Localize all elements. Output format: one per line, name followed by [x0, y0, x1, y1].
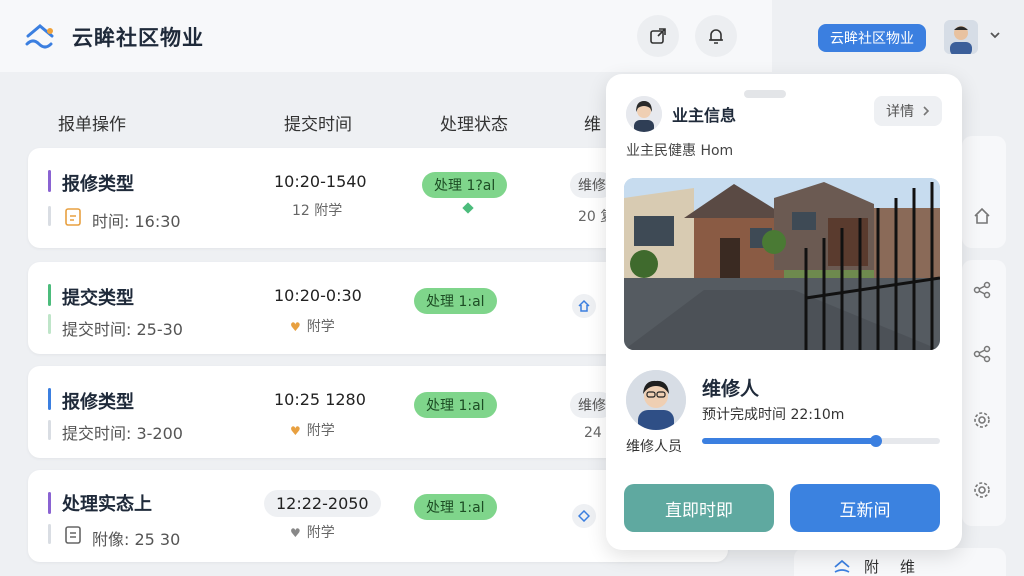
technician-avatar [626, 370, 686, 430]
home-icon[interactable] [572, 294, 596, 318]
col-header-extra: 维 [584, 115, 601, 135]
row-sub-bar [48, 524, 51, 544]
row-time-secondary: ♥ 附学 [290, 525, 335, 541]
owner-info-popup: 业主信息 详情 业主民健惠 Hom 维修人 预计完成时间 22:10m 维修人员… [606, 74, 962, 550]
row-title: 报修类型 [62, 392, 134, 413]
popup-subtitle: 业主民健惠 Hom [626, 143, 734, 159]
document-icon [65, 526, 81, 544]
row-time-secondary: ♥ 附学 [290, 319, 335, 335]
row-sub-bar [48, 206, 51, 226]
progress-knob[interactable] [869, 435, 882, 447]
drag-handle[interactable] [744, 90, 786, 98]
row-time-secondary: 12 附学 [292, 203, 343, 219]
progress-fill [702, 438, 876, 444]
export-button[interactable] [637, 15, 679, 57]
row-accent-bar [48, 388, 51, 410]
col-header-status: 处理状态 [440, 115, 508, 135]
bottom-nav-label[interactable]: 维 [900, 556, 915, 576]
row-sub-bar [48, 314, 51, 334]
row-accent-bar [48, 170, 51, 192]
owner-avatar [626, 96, 662, 132]
home-icon[interactable] [972, 206, 992, 226]
notification-button[interactable] [695, 15, 737, 57]
community-switcher[interactable]: 云眸社区物业 [818, 24, 926, 52]
chevron-down-icon[interactable] [988, 28, 1002, 42]
export-icon [650, 28, 666, 44]
col-header-time: 提交时间 [284, 115, 352, 135]
detail-button[interactable]: 详情 [874, 96, 942, 126]
house-photo [624, 178, 940, 350]
status-badge[interactable]: 处理 1?al [422, 172, 508, 198]
share-icon[interactable] [972, 344, 992, 364]
row-time: 10:20-0:30 [274, 286, 362, 305]
row-time: 12:22-2050 [264, 490, 381, 517]
diamond-icon[interactable] [572, 504, 596, 528]
repair-form-icon [65, 208, 81, 226]
heart-icon: ♥ [290, 526, 301, 540]
row-title: 处理实态上 [62, 494, 152, 515]
row-title: 提交类型 [62, 288, 134, 309]
status-badge[interactable]: 处理 1:al [414, 494, 497, 520]
settings-icon[interactable] [972, 480, 992, 500]
home-icon[interactable] [832, 558, 852, 574]
settings-icon[interactable] [972, 410, 992, 430]
repair-progress-bar[interactable] [702, 435, 940, 447]
heart-icon: ♥ [290, 424, 301, 438]
row-time: 10:20-1540 [274, 172, 367, 191]
side-panel-card [962, 136, 1006, 248]
share-icon[interactable] [972, 280, 992, 300]
row-accent-bar [48, 284, 51, 306]
row-time-secondary: ♥ 附学 [290, 423, 335, 439]
heart-icon: ♥ [290, 320, 301, 334]
popup-title: 业主信息 [672, 106, 737, 125]
top-header: 云眸社区物业 [0, 0, 772, 72]
technician-title: 维修人 [702, 378, 760, 400]
row-sub: 提交时间: 3-200 [62, 424, 183, 443]
immediate-action-button[interactable]: 直即时即 [624, 484, 774, 532]
row-sub-bar [48, 420, 51, 440]
row-sub: 附像: 25 30 [92, 530, 181, 549]
technician-eta: 预计完成时间 22:10m [702, 407, 845, 423]
row-sub: 提交时间: 25-30 [62, 320, 183, 339]
status-dot [462, 202, 474, 214]
status-badge[interactable]: 处理 1:al [414, 288, 497, 314]
chevron-right-icon [923, 106, 930, 116]
row-title: 报修类型 [62, 174, 134, 195]
refresh-button[interactable]: 互新间 [790, 484, 940, 532]
row-accent-bar [48, 492, 51, 514]
app-title: 云眸社区物业 [72, 26, 204, 50]
bottom-nav: 附 维 [794, 548, 1006, 576]
detail-button-label: 详情 [886, 104, 914, 120]
avatar[interactable] [944, 20, 978, 54]
technician-role: 维修人员 [626, 439, 682, 455]
bottom-nav-label[interactable]: 附 [864, 556, 879, 576]
col-header-action: 报单操作 [58, 115, 126, 135]
house-wave-logo-icon [25, 24, 54, 49]
row-sub: 时间: 16:30 [92, 212, 181, 231]
status-badge[interactable]: 处理 1:al [414, 392, 497, 418]
bell-icon [709, 29, 723, 44]
row-time: 10:25 1280 [274, 390, 366, 409]
